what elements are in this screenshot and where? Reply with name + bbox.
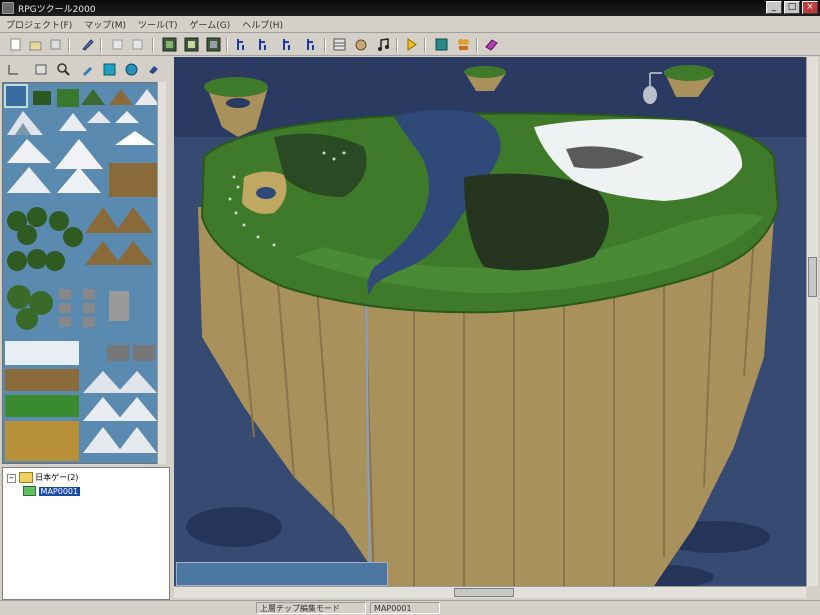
maximize-button[interactable]: □ [784, 1, 800, 14]
tree-root-item[interactable]: − 日本ゲー(2) [7, 472, 78, 483]
map-canvas[interactable] [174, 57, 806, 586]
toolbar-separator [476, 38, 478, 52]
scroll-thumb[interactable] [808, 257, 817, 297]
scroll-thumb[interactable] [454, 588, 514, 597]
chipset-tiles[interactable] [3, 83, 166, 464]
drawing-toolbar [0, 57, 172, 81]
palette-scrollbar[interactable] [157, 82, 166, 464]
save-icon[interactable] [80, 37, 95, 52]
play-icon[interactable] [404, 37, 419, 52]
map-tree[interactable]: − 日本ゲー(2) MAP0001 [2, 467, 170, 600]
minimize-button[interactable]: _ [766, 1, 782, 14]
expand-icon[interactable]: − [7, 474, 16, 483]
status-map-name: MAP0001 [370, 602, 440, 614]
ellipse-icon[interactable] [56, 62, 71, 77]
rpg-icon[interactable] [484, 37, 499, 52]
pencil-icon[interactable] [6, 62, 21, 77]
zoom-4-icon[interactable] [280, 37, 295, 52]
menu-game[interactable]: ゲーム(G) [184, 18, 237, 31]
fullscreen-icon[interactable] [434, 37, 449, 52]
folder-icon [18, 472, 33, 483]
chipset-palette[interactable] [2, 82, 166, 464]
window-title: RPGツクール2000 [18, 5, 96, 15]
toolbar-separator [396, 38, 398, 52]
tree-map-item[interactable]: MAP0001 [23, 486, 81, 496]
zoom-icon[interactable] [146, 62, 161, 77]
world-map[interactable] [174, 57, 806, 586]
toolbar-separator [226, 38, 228, 52]
map-icon [23, 486, 36, 496]
open-icon[interactable] [28, 37, 43, 52]
map-layer-icon[interactable] [162, 37, 177, 52]
copy-icon[interactable] [130, 37, 145, 52]
app-icon[interactable] [2, 2, 14, 14]
toolbar-separator [68, 38, 70, 52]
window-controls: _ □ × [766, 1, 818, 14]
menu-help[interactable]: ヘルプ(H) [236, 18, 289, 31]
map-vertical-scrollbar[interactable] [806, 57, 818, 586]
toolbar-separator [424, 38, 426, 52]
status-mode: 上層チップ編集モード [256, 602, 366, 614]
tree-map-label: MAP0001 [38, 486, 81, 496]
status-bar: 上層チップ編集モード MAP0001 [0, 600, 820, 615]
event-layer-icon[interactable] [184, 37, 199, 52]
menu-map[interactable]: マップ(M) [78, 18, 132, 31]
database-icon[interactable] [332, 37, 347, 52]
material-icon[interactable] [354, 37, 369, 52]
close-button[interactable]: × [802, 1, 818, 14]
toolbar-separator [100, 38, 102, 52]
rectangle-icon[interactable] [34, 62, 49, 77]
toolbar-separator [152, 38, 154, 52]
close-icon[interactable] [48, 37, 63, 52]
main-toolbar [0, 34, 820, 56]
menu-project[interactable]: プロジェクト(F) [0, 18, 78, 31]
shadow-icon[interactable] [124, 62, 139, 77]
title-icon[interactable] [456, 37, 471, 52]
fill-icon[interactable] [80, 62, 95, 77]
cut-icon[interactable] [110, 37, 125, 52]
toolbar-separator [324, 38, 326, 52]
menu-bar: プロジェクト(F) マップ(M) ツール(T) ゲーム(G) ヘルプ(H) [0, 16, 820, 33]
zoom-1-icon[interactable] [234, 37, 249, 52]
zoom-2-icon[interactable] [256, 37, 271, 52]
menu-tools[interactable]: ツール(T) [132, 18, 184, 31]
new-icon[interactable] [8, 37, 23, 52]
tree-root-label: 日本ゲー(2) [35, 473, 79, 482]
minimap-panel[interactable] [176, 562, 388, 586]
layer3-icon[interactable] [206, 37, 221, 52]
zoom-8-icon[interactable] [304, 37, 319, 52]
title-bar: RPGツクール2000 _ □ × [0, 0, 820, 16]
map-horizontal-scrollbar[interactable] [174, 586, 806, 598]
sound-icon[interactable] [376, 37, 391, 52]
select-icon[interactable] [102, 62, 117, 77]
